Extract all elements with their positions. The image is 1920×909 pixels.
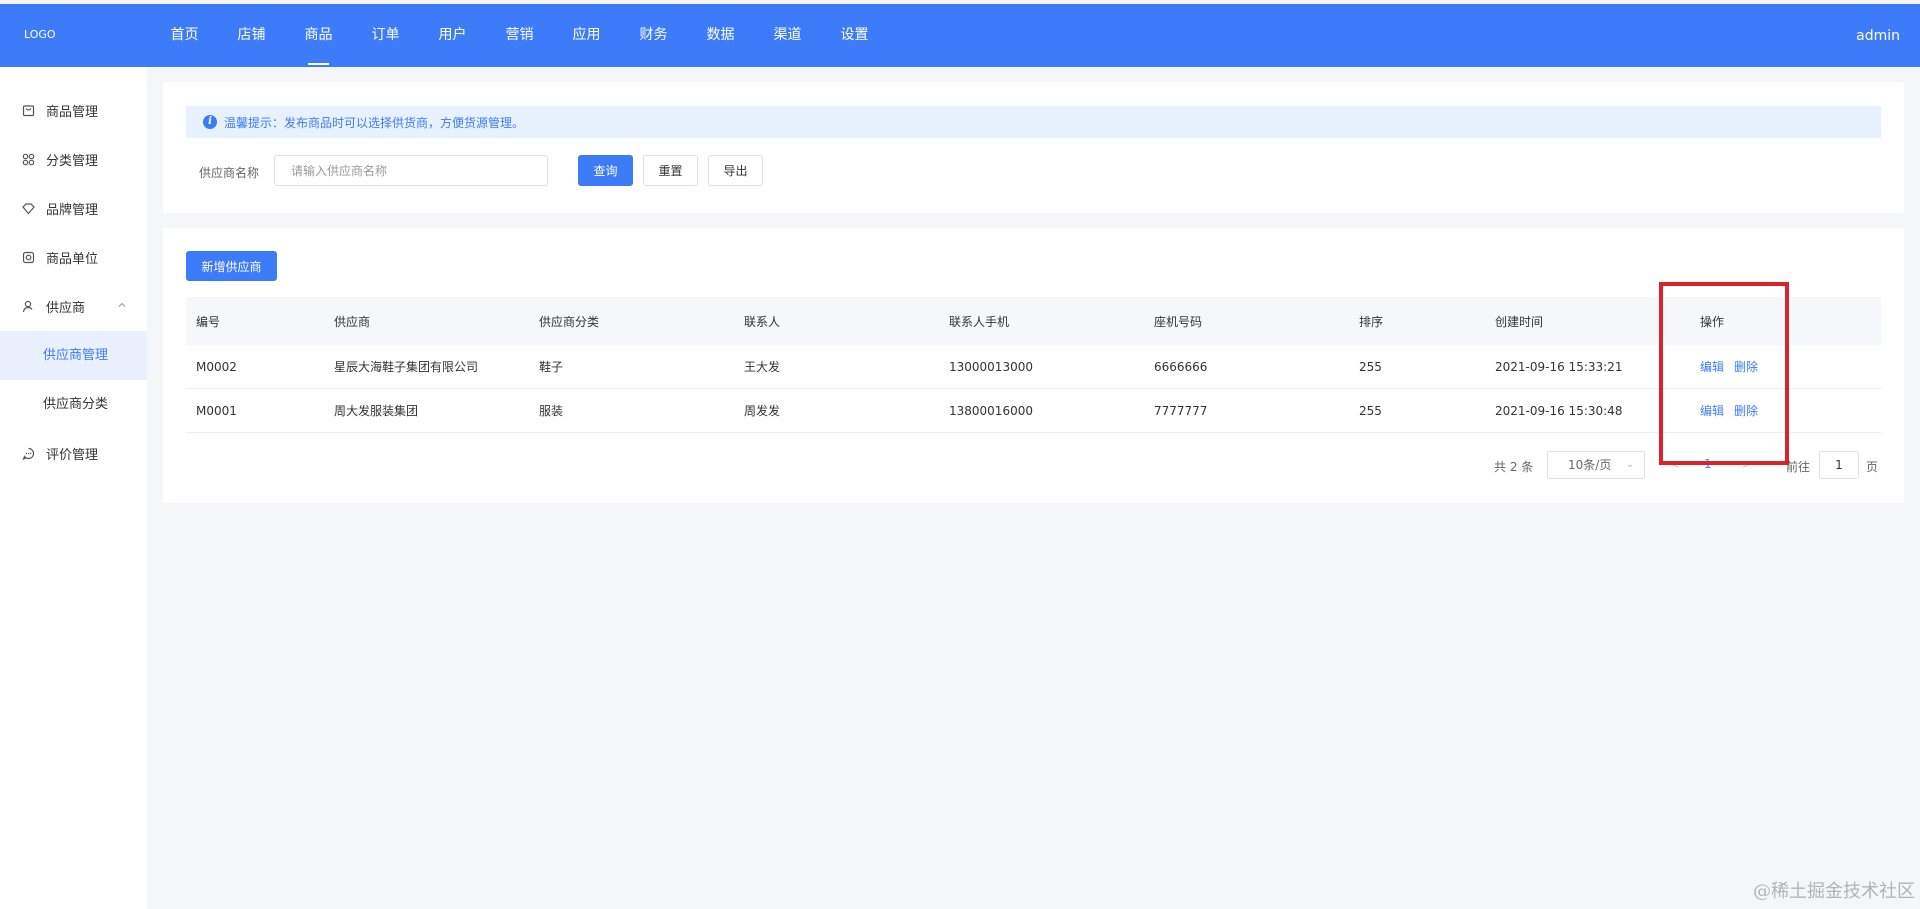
sidebar-item-supplier[interactable]: 供应商: [0, 282, 147, 331]
nav-apps[interactable]: 应用: [553, 4, 620, 67]
nav-shop[interactable]: 店铺: [218, 4, 285, 67]
table-header: 编号 供应商 供应商分类 联系人 联系人手机 座机号码 排序 创建时间 操作: [186, 297, 1881, 345]
nav-channels[interactable]: 渠道: [754, 4, 821, 67]
supplier-table: 编号 供应商 供应商分类 联系人 联系人手机 座机号码 排序 创建时间 操作 M…: [186, 297, 1881, 433]
cell-mobile: 13000013000: [949, 359, 1033, 374]
supplier-name-label: 供应商名称: [199, 166, 260, 180]
sidebar-item-label: 评价管理: [46, 448, 99, 463]
nav-home[interactable]: 首页: [151, 4, 218, 67]
sidebar-item-label: 商品单位: [46, 252, 99, 267]
tip-text: 温馨提示：发布商品时可以选择供货商，方便货源管理。: [224, 115, 525, 130]
cell-created: 2021-09-16 15:30:48: [1495, 403, 1623, 418]
delete-link[interactable]: 删除: [1734, 360, 1758, 374]
cell-id: M0002: [196, 359, 237, 374]
sidebar-item-category[interactable]: 分类管理: [0, 135, 147, 184]
cell-category: 鞋子: [539, 360, 564, 374]
next-page-button[interactable]: >: [1742, 457, 1752, 471]
watermark: @稀土掘金技术社区: [1753, 881, 1915, 902]
diamond-icon: [20, 201, 36, 217]
column-header: 座机号码: [1154, 314, 1203, 329]
nav-marketing[interactable]: 营销: [486, 4, 553, 67]
list-card: 新增供应商 编号 供应商 供应商分类 联系人 联系人手机 座机号码 排序 创建时…: [163, 228, 1904, 503]
nav-orders[interactable]: 订单: [352, 4, 419, 67]
cell-mobile: 13800016000: [949, 403, 1033, 418]
nav-finance[interactable]: 财务: [620, 4, 687, 67]
top-header: LOGO 首页 店铺 商品 订单 用户 营销 应用 财务 数据 渠道 设置 ad…: [0, 4, 1920, 67]
chevron-down-icon: ⌄: [1625, 459, 1634, 470]
chat-icon: [20, 446, 36, 462]
add-supplier-button[interactable]: 新增供应商: [186, 251, 277, 281]
nav-goods[interactable]: 商品: [285, 4, 352, 67]
sidebar-item-label: 供应商: [46, 301, 86, 316]
column-header: 排序: [1359, 314, 1384, 329]
cell-category: 服装: [539, 404, 564, 418]
table-row: M0002 星辰大海鞋子集团有限公司 鞋子 王大发 13000013000 66…: [186, 345, 1881, 389]
grid-icon: [20, 152, 36, 168]
nav-settings[interactable]: 设置: [821, 4, 888, 67]
sidebar-item-goods[interactable]: 商品管理: [0, 86, 147, 135]
cell-supplier: 周大发服装集团: [334, 404, 419, 418]
sidebar-item-label: 分类管理: [46, 154, 99, 169]
page-number[interactable]: 1: [1704, 457, 1712, 471]
query-button[interactable]: 查询: [578, 155, 633, 186]
sidebar-item-brand[interactable]: 品牌管理: [0, 184, 147, 233]
column-header: 编号: [196, 314, 221, 329]
info-icon: i: [203, 115, 217, 129]
page-suffix: 页: [1866, 460, 1879, 474]
cell-sort: 255: [1359, 403, 1382, 418]
circle-icon: [20, 250, 36, 266]
cell-actions: 编辑 删除: [1700, 402, 1768, 419]
sidebar-item-label: 品牌管理: [46, 203, 99, 218]
pagination: 共 2 条 10条/页 ⌄ < 1 > 前往 页: [163, 451, 1904, 479]
reset-button[interactable]: 重置: [643, 155, 698, 186]
sidebar-item-label: 商品管理: [46, 105, 99, 120]
sidebar: 商品管理 分类管理 品牌管理 商品单位 供应商 供应商管理 供应商分类 评价管理: [0, 67, 147, 909]
table-row: M0001 周大发服装集团 服装 周发发 13800016000 7777777…: [186, 389, 1881, 433]
column-header: 供应商: [334, 314, 371, 329]
cell-sort: 255: [1359, 359, 1382, 374]
cell-phone: 6666666: [1154, 359, 1208, 374]
cell-created: 2021-09-16 15:33:21: [1495, 359, 1623, 374]
top-nav: 首页 店铺 商品 订单 用户 营销 应用 财务 数据 渠道 设置: [151, 4, 888, 67]
column-header: 创建时间: [1495, 314, 1544, 329]
cell-contact: 周发发: [744, 404, 781, 418]
sidebar-subitem-supplier-management[interactable]: 供应商管理: [0, 331, 147, 380]
delete-link[interactable]: 删除: [1734, 404, 1758, 418]
edit-link[interactable]: 编辑: [1700, 404, 1724, 418]
sidebar-subitem-supplier-category[interactable]: 供应商分类: [0, 380, 147, 429]
column-header: 操作: [1700, 314, 1725, 329]
bag-icon: [20, 103, 36, 119]
sidebar-item-unit[interactable]: 商品单位: [0, 233, 147, 282]
page-size-value: 10条/页: [1568, 458, 1612, 472]
supplier-name-input[interactable]: [274, 155, 548, 186]
filter-card: i 温馨提示：发布商品时可以选择供货商，方便货源管理。 供应商名称 查询 重置 …: [163, 82, 1904, 213]
chevron-up-icon: [117, 299, 127, 314]
user-menu[interactable]: admin: [1856, 28, 1900, 44]
cell-id: M0001: [196, 403, 237, 418]
user-icon: [20, 299, 36, 315]
cell-phone: 7777777: [1154, 403, 1208, 418]
nav-users[interactable]: 用户: [419, 4, 486, 67]
export-button[interactable]: 导出: [708, 155, 763, 186]
cell-supplier: 星辰大海鞋子集团有限公司: [334, 360, 479, 374]
logo: LOGO: [24, 28, 56, 41]
nav-data[interactable]: 数据: [687, 4, 754, 67]
page-size-select[interactable]: 10条/页 ⌄: [1547, 451, 1645, 479]
column-header: 联系人: [744, 314, 781, 329]
cell-contact: 王大发: [744, 360, 781, 374]
sidebar-item-reviews[interactable]: 评价管理: [0, 429, 147, 478]
goto-page-input[interactable]: [1819, 451, 1859, 479]
goto-label: 前往: [1786, 460, 1811, 474]
tip-banner: i 温馨提示：发布商品时可以选择供货商，方便货源管理。: [186, 106, 1881, 138]
edit-link[interactable]: 编辑: [1700, 360, 1724, 374]
column-header: 联系人手机: [949, 314, 1010, 329]
cell-actions: 编辑 删除: [1700, 358, 1768, 375]
prev-page-button[interactable]: <: [1669, 457, 1679, 471]
column-header: 供应商分类: [539, 314, 600, 329]
total-count: 共 2 条: [1494, 460, 1534, 474]
